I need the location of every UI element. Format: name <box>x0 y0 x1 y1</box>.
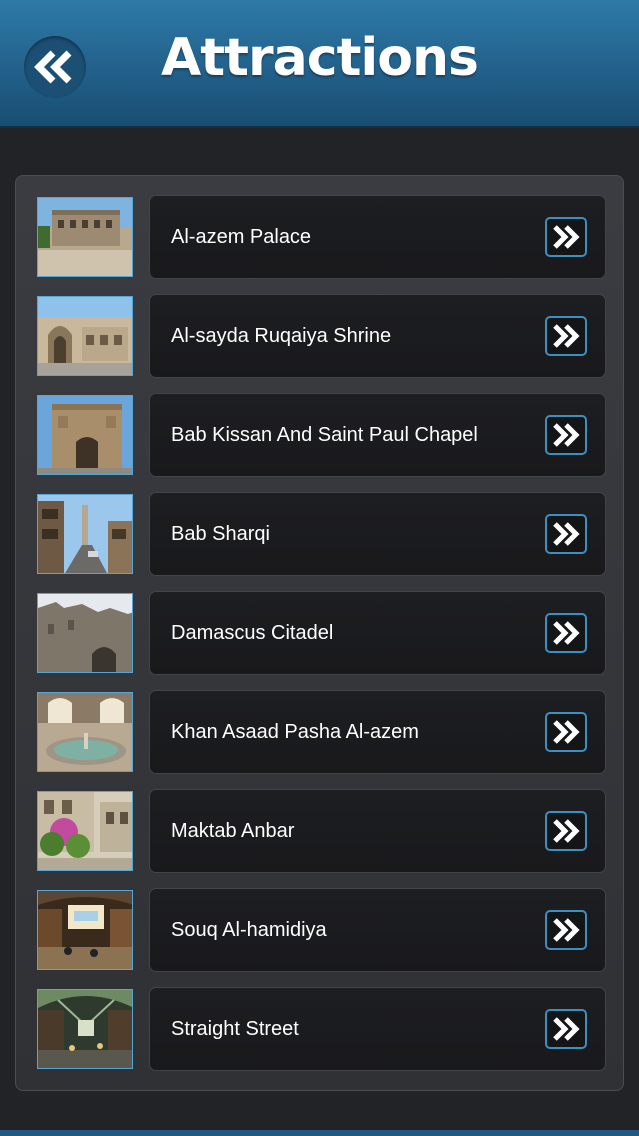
attraction-row-button[interactable]: Al-azem Palace <box>149 195 606 279</box>
attraction-row-button[interactable]: Straight Street <box>149 987 606 1071</box>
double-chevron-right-icon[interactable] <box>545 415 587 455</box>
attraction-thumbnail <box>37 890 133 970</box>
page-title: Attractions <box>161 28 479 88</box>
attraction-row-button[interactable]: Souq Al-hamidiya <box>149 888 606 972</box>
list-item[interactable]: Souq Al-hamidiya <box>37 888 621 974</box>
double-chevron-right-icon[interactable] <box>545 613 587 653</box>
attraction-name: Khan Asaad Pasha Al-azem <box>171 721 419 743</box>
double-chevron-right-icon[interactable] <box>545 910 587 950</box>
double-chevron-right-icon[interactable] <box>545 1009 587 1049</box>
attraction-thumbnail <box>37 296 133 376</box>
list-item[interactable]: Damascus Citadel <box>37 591 621 677</box>
attraction-name: Bab Sharqi <box>171 523 270 545</box>
nav-bar: Attractions <box>0 0 639 128</box>
list-item[interactable]: Bab Kissan And Saint Paul Chapel <box>37 393 621 479</box>
attraction-name: Al-sayda Ruqaiya Shrine <box>171 325 392 347</box>
attraction-name: Damascus Citadel <box>171 622 334 644</box>
attraction-thumbnail <box>37 692 133 772</box>
attraction-row-button[interactable]: Maktab Anbar <box>149 789 606 873</box>
list-item[interactable]: Al-azem Palace <box>37 195 621 281</box>
list-item[interactable]: Khan Asaad Pasha Al-azem <box>37 690 621 776</box>
attraction-name: Souq Al-hamidiya <box>171 919 327 941</box>
attractions-list-panel: Al-azem Palace Al-sayda Ruqaiya Shrine B… <box>15 175 624 1091</box>
list-item[interactable]: Maktab Anbar <box>37 789 621 875</box>
attraction-thumbnail <box>37 791 133 871</box>
double-chevron-right-icon[interactable] <box>545 217 587 257</box>
attraction-row-button[interactable]: Bab Kissan And Saint Paul Chapel <box>149 393 606 477</box>
double-chevron-right-icon[interactable] <box>545 316 587 356</box>
attraction-name: Straight Street <box>171 1018 299 1040</box>
attraction-thumbnail <box>37 395 133 475</box>
attraction-thumbnail <box>37 593 133 673</box>
double-chevron-right-icon[interactable] <box>545 811 587 851</box>
bottom-bar <box>0 1130 639 1136</box>
attraction-thumbnail <box>37 494 133 574</box>
attraction-row-button[interactable]: Khan Asaad Pasha Al-azem <box>149 690 606 774</box>
double-chevron-right-icon[interactable] <box>545 514 587 554</box>
attraction-row-button[interactable]: Damascus Citadel <box>149 591 606 675</box>
list-item[interactable]: Straight Street <box>37 987 621 1073</box>
attraction-name: Bab Kissan And Saint Paul Chapel <box>171 424 478 446</box>
attraction-row-button[interactable]: Bab Sharqi <box>149 492 606 576</box>
attraction-thumbnail <box>37 989 133 1069</box>
attraction-row-button[interactable]: Al-sayda Ruqaiya Shrine <box>149 294 606 378</box>
list-item[interactable]: Al-sayda Ruqaiya Shrine <box>37 294 621 380</box>
attraction-name: Al-azem Palace <box>171 226 312 248</box>
list-item[interactable]: Bab Sharqi <box>37 492 621 578</box>
attraction-name: Maktab Anbar <box>171 820 295 842</box>
attraction-thumbnail <box>37 197 133 277</box>
double-chevron-right-icon[interactable] <box>545 712 587 752</box>
